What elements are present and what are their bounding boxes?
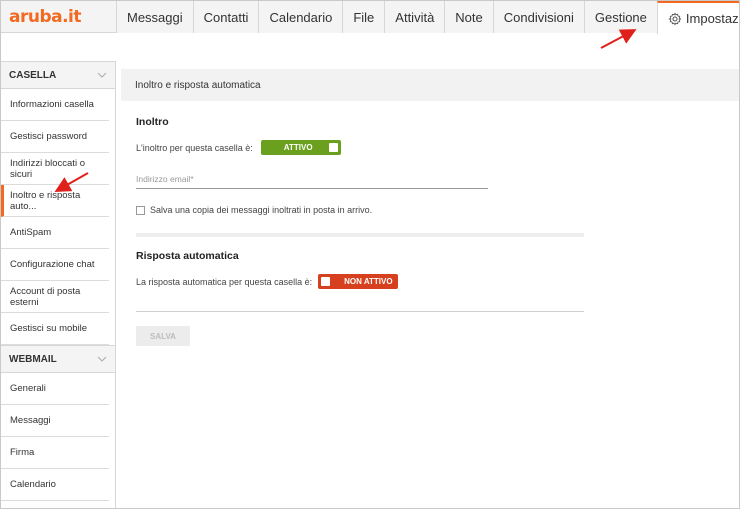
- toggle-knob: [328, 143, 338, 152]
- sidebar-item-inoltro-risposta[interactable]: Inoltro e risposta auto...: [1, 185, 109, 217]
- email-field[interactable]: Indirizzo email*: [136, 167, 488, 189]
- tab-messaggi[interactable]: Messaggi: [116, 1, 193, 33]
- tab-impostazioni-label: Impostazioni: [685, 11, 740, 26]
- section-webmail-title: WEBMAIL: [9, 353, 57, 365]
- main-panel: Inoltro e risposta automatica Inoltro L'…: [121, 69, 739, 346]
- tab-note[interactable]: Note: [444, 1, 493, 33]
- app-frame: aruba.it Messaggi Contatti Calendario Fi…: [0, 0, 740, 509]
- sidebar: CASELLA Informazioni casella Gestisci pa…: [1, 61, 116, 508]
- top-bar: aruba.it Messaggi Contatti Calendario Fi…: [1, 1, 740, 34]
- sidebar-item-informazioni-casella[interactable]: Informazioni casella: [1, 89, 109, 121]
- risposta-row: La risposta automatica per questa casell…: [136, 274, 739, 289]
- risposta-status: NON ATTIVO: [344, 277, 393, 286]
- inoltro-label: L'inoltro per questa casella è:: [136, 142, 253, 153]
- tab-impostazioni[interactable]: Impostazioni: [656, 1, 740, 34]
- sidebar-item-antispam[interactable]: AntiSpam: [1, 217, 109, 249]
- sidebar-item-indirizzi-bloccati[interactable]: Indirizzi bloccati o sicuri: [1, 153, 109, 185]
- settings-form: Inoltro L'inoltro per questa casella è: …: [121, 116, 739, 346]
- arrow-to-impostazioni: [600, 29, 637, 49]
- inoltro-status: ATTIVO: [283, 143, 313, 152]
- form-separator: [136, 311, 584, 312]
- sidebar-item-configurazione-chat[interactable]: Configurazione chat: [1, 249, 109, 281]
- toggle-knob: [321, 277, 331, 286]
- main-tabs: Messaggi Contatti Calendario File Attivi…: [116, 1, 740, 34]
- tab-contatti[interactable]: Contatti: [192, 1, 259, 33]
- inoltro-heading: Inoltro: [136, 116, 169, 128]
- aruba-logo[interactable]: aruba.it: [1, 1, 116, 32]
- copy-option: Salva una copia dei messaggi inoltrati i…: [136, 205, 739, 215]
- section-divider: [136, 233, 584, 237]
- copy-checkbox[interactable]: [136, 205, 145, 215]
- tab-attivita[interactable]: Attività: [384, 1, 445, 33]
- risposta-label: La risposta automatica per questa casell…: [136, 276, 313, 287]
- chevron-down-icon: [97, 356, 107, 362]
- sidebar-item-gestisci-mobile[interactable]: Gestisci su mobile: [1, 313, 109, 345]
- gear-icon: [668, 11, 682, 26]
- inoltro-toggle[interactable]: ATTIVO: [260, 140, 341, 155]
- sidebar-item-gestisci-password[interactable]: Gestisci password: [1, 121, 109, 153]
- sidebar-item-generali[interactable]: Generali: [1, 373, 109, 405]
- tab-calendario[interactable]: Calendario: [258, 1, 343, 33]
- sidebar-item-firma[interactable]: Firma: [1, 437, 109, 469]
- tab-gestione[interactable]: Gestione: [583, 1, 657, 33]
- save-button[interactable]: SALVA: [136, 326, 190, 346]
- section-casella-title: CASELLA: [9, 69, 57, 81]
- inoltro-row: L'inoltro per questa casella è: ATTIVO: [136, 140, 739, 155]
- email-placeholder: Indirizzo email*: [136, 174, 194, 184]
- tab-file[interactable]: File: [342, 1, 385, 33]
- section-casella[interactable]: CASELLA: [1, 61, 115, 89]
- sidebar-item-calendario[interactable]: Calendario: [1, 469, 109, 501]
- logo-text: aruba.it: [9, 6, 82, 27]
- tab-condivisioni[interactable]: Condivisioni: [492, 1, 584, 33]
- section-webmail[interactable]: WEBMAIL: [1, 345, 115, 373]
- copy-label[interactable]: Salva una copia dei messaggi inoltrati i…: [150, 205, 372, 215]
- sidebar-item-messaggi[interactable]: Messaggi: [1, 405, 109, 437]
- sidebar-item-account-esterni[interactable]: Account di posta esterni: [1, 281, 109, 313]
- risposta-heading: Risposta automatica: [136, 250, 239, 262]
- panel-title: Inoltro e risposta automatica: [121, 69, 739, 101]
- chevron-down-icon: [97, 72, 107, 78]
- risposta-toggle[interactable]: NON ATTIVO: [318, 274, 399, 289]
